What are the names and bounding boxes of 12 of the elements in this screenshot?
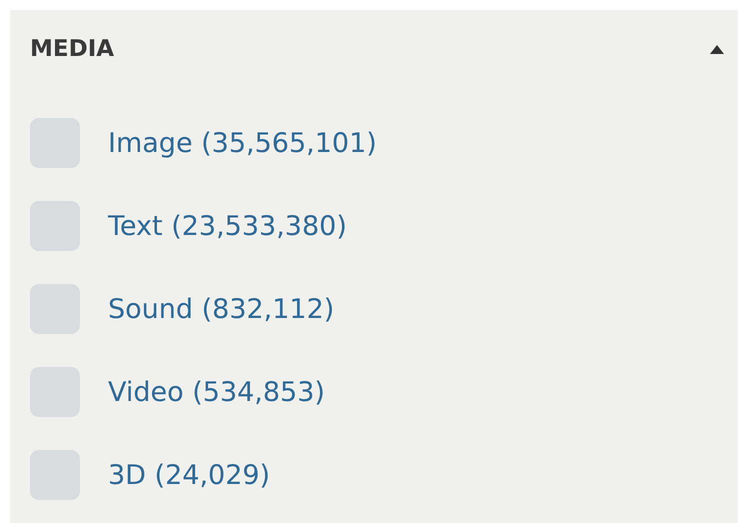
filter-label[interactable]: Sound (832,112) xyxy=(108,294,334,324)
checkbox[interactable] xyxy=(30,284,80,334)
caret-icon[interactable] xyxy=(710,44,724,54)
filter-label[interactable]: Video (534,853) xyxy=(108,376,325,408)
section-title: MEDIA xyxy=(30,36,114,62)
checkbox[interactable] xyxy=(30,118,80,168)
checkbox[interactable] xyxy=(30,367,80,417)
filter-label[interactable]: 3D (24,029) xyxy=(108,460,270,490)
filter-label[interactable]: Text (23,533,380) xyxy=(108,210,347,242)
checkbox[interactable] xyxy=(30,201,80,251)
filter-label[interactable]: Image (35,565,101) xyxy=(108,128,377,158)
checkbox[interactable] xyxy=(30,450,80,500)
